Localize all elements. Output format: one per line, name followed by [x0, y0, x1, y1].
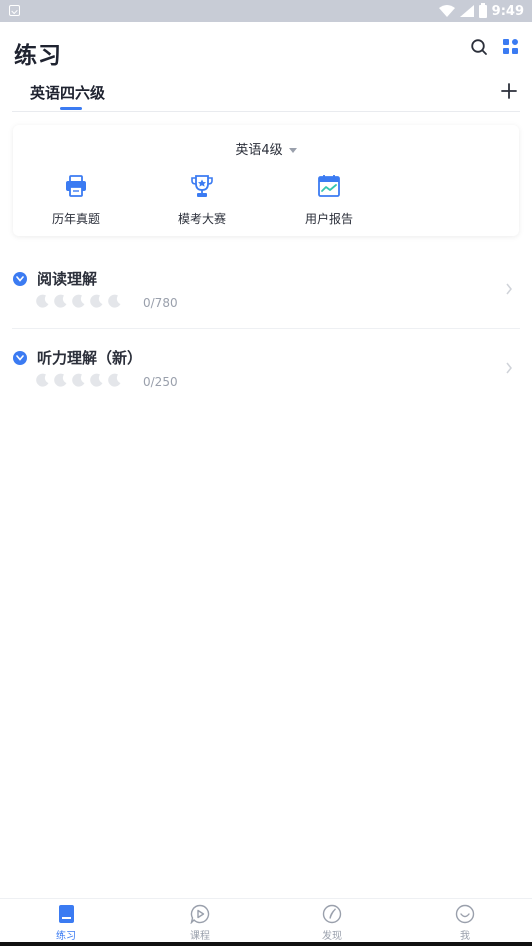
tab-cet[interactable]: 英语四六级 — [30, 82, 105, 103]
mock-contest-button[interactable]: 模考大赛 — [157, 173, 247, 227]
moon-icon — [54, 294, 67, 308]
nav-discover[interactable]: 发现 — [302, 904, 362, 942]
bottom-nav: 练习 课程 发现 我 — [0, 898, 532, 946]
section-title: 阅读理解 — [37, 270, 98, 288]
nav-discover-label: 发现 — [322, 931, 342, 942]
book-icon — [59, 905, 74, 923]
moon-icon — [72, 373, 85, 387]
nav-courses[interactable]: 课程 — [170, 904, 230, 942]
notification-icon — [9, 5, 20, 16]
system-nav-bar — [0, 942, 532, 946]
mock-contest-label: 模考大赛 — [177, 212, 226, 226]
level-selector-label: 英语4级 — [235, 143, 283, 158]
section-progress: 0/780 — [143, 296, 178, 310]
nav-me-label: 我 — [460, 931, 470, 942]
compass-icon — [322, 904, 342, 924]
chevron-check-icon — [13, 351, 27, 365]
chevron-right-icon — [506, 283, 512, 295]
past-papers-button[interactable]: 历年真题 — [31, 173, 121, 227]
section-reading[interactable]: 阅读理解 0/780 — [0, 262, 532, 322]
moon-icon — [36, 294, 49, 308]
chevron-right-icon — [506, 362, 512, 374]
level-selector[interactable]: 英语4级 — [13, 139, 519, 158]
nav-practice[interactable]: 练习 — [36, 904, 96, 942]
tab-divider — [12, 111, 520, 112]
section-title: 听力理解（新） — [37, 349, 143, 367]
chevron-check-icon — [13, 272, 27, 286]
moon-icon — [72, 294, 85, 308]
section-divider — [12, 328, 520, 329]
moon-icon — [90, 373, 103, 387]
moon-icon — [36, 373, 49, 387]
apps-grid-icon[interactable] — [503, 39, 518, 54]
moon-icon — [108, 294, 121, 308]
report-chart-icon — [318, 175, 340, 197]
status-bar: 9:49 — [0, 0, 532, 22]
nav-practice-label: 练习 — [56, 931, 76, 942]
caret-down-icon — [288, 148, 297, 153]
trophy-icon — [191, 175, 213, 197]
moon-icon — [90, 294, 103, 308]
star-rating — [35, 294, 122, 309]
search-icon[interactable] — [470, 38, 488, 56]
page-title: 练习 — [14, 43, 62, 69]
wifi-icon — [438, 5, 455, 17]
add-tab-icon[interactable] — [500, 82, 518, 100]
nav-courses-label: 课程 — [190, 931, 210, 942]
moon-icon — [108, 373, 121, 387]
printer-icon — [66, 175, 86, 197]
star-rating — [35, 373, 122, 388]
moon-icon — [54, 373, 67, 387]
exam-card: 英语4级 历年真题 模考大赛 用户报告 — [13, 125, 519, 236]
section-listening[interactable]: 听力理解（新） 0/250 — [0, 341, 532, 401]
play-bubble-icon — [190, 904, 210, 924]
section-progress: 0/250 — [143, 375, 178, 389]
status-time: 9:49 — [491, 3, 524, 19]
user-report-button[interactable]: 用户报告 — [284, 173, 374, 227]
tab-active-indicator — [60, 107, 82, 110]
nav-me[interactable]: 我 — [435, 904, 495, 942]
past-papers-label: 历年真题 — [51, 212, 100, 226]
signal-icon — [459, 5, 474, 17]
battery-icon — [478, 2, 487, 18]
smile-icon — [455, 904, 475, 924]
user-report-label: 用户报告 — [304, 212, 353, 226]
